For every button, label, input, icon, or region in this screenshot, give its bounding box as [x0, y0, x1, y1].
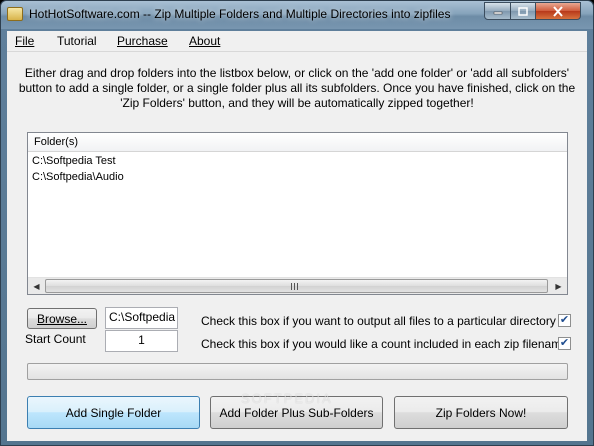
- menu-file[interactable]: File: [15, 34, 34, 48]
- menu-tutorial-label: Tutorial: [57, 34, 97, 48]
- menu-purchase[interactable]: Purchase: [117, 34, 168, 48]
- scroll-left-icon[interactable]: ◀: [28, 278, 45, 294]
- browse-button[interactable]: Browse...: [27, 308, 97, 329]
- list-header-label: Folder(s): [34, 136, 79, 148]
- zip-folders-now-label: Zip Folders Now!: [435, 405, 527, 420]
- scrollbar-grip-icon: [291, 283, 300, 290]
- menu-about[interactable]: About: [189, 34, 220, 48]
- instructions-text: Either drag and drop folders into the li…: [18, 66, 576, 110]
- include-count-label: Check this box if you would like a count…: [201, 337, 568, 351]
- main-panel: Either drag and drop folders into the li…: [7, 52, 587, 441]
- add-single-folder-label: Add Single Folder: [65, 405, 162, 420]
- start-count-input[interactable]: 1: [105, 330, 178, 352]
- start-count-label: Start Count: [25, 332, 86, 346]
- minimize-icon: [493, 11, 502, 15]
- menu-about-label: About: [189, 34, 221, 48]
- minimize-button[interactable]: [484, 2, 511, 20]
- window-title: HotHotSoftware.com -- Zip Multiple Folde…: [29, 7, 451, 21]
- scroll-right-icon[interactable]: ▶: [550, 278, 567, 294]
- app-folder-icon[interactable]: [7, 7, 23, 21]
- output-path-input[interactable]: C:\Softpedia 1: [105, 307, 178, 329]
- horizontal-scrollbar[interactable]: ◀ ▶: [28, 277, 567, 294]
- add-single-folder-button[interactable]: Add Single Folder: [27, 396, 200, 429]
- maximize-icon: [518, 6, 528, 16]
- browse-label: Browse...: [36, 311, 87, 326]
- menu-file-label: File: [15, 34, 35, 48]
- list-item[interactable]: C:\Softpedia Test: [32, 155, 116, 167]
- title-bar[interactable]: HotHotSoftware.com -- Zip Multiple Folde…: [1, 1, 593, 29]
- output-directory-label: Check this box if you want to output all…: [201, 314, 556, 328]
- list-column-header[interactable]: Folder(s): [28, 133, 567, 152]
- app-window: HotHotSoftware.com -- Zip Multiple Folde…: [0, 0, 594, 446]
- scrollbar-thumb[interactable]: [45, 279, 548, 293]
- menu-bar: File Tutorial Purchase About: [7, 31, 587, 52]
- output-directory-checkbox[interactable]: ✔: [558, 314, 571, 327]
- menu-tutorial[interactable]: Tutorial: [57, 34, 97, 48]
- include-count-checkbox[interactable]: ✔: [558, 337, 571, 350]
- list-item[interactable]: C:\Softpedia\Audio: [32, 171, 124, 183]
- folder-listbox[interactable]: Folder(s) C:\Softpedia Test C:\Softpedia…: [27, 132, 568, 295]
- checkmark-icon: ✔: [559, 314, 570, 326]
- menu-purchase-label: Purchase: [117, 34, 168, 48]
- close-button[interactable]: [535, 2, 581, 20]
- zip-progress-bar: [27, 363, 568, 380]
- zip-folders-now-button[interactable]: Zip Folders Now!: [394, 396, 568, 429]
- maximize-button[interactable]: [510, 2, 536, 20]
- softpedia-watermark: SOFTPEDIA: [241, 391, 333, 406]
- checkmark-icon: ✔: [559, 337, 570, 349]
- close-icon: [553, 5, 563, 17]
- add-folder-plus-label: Add Folder Plus Sub-Folders: [219, 405, 374, 420]
